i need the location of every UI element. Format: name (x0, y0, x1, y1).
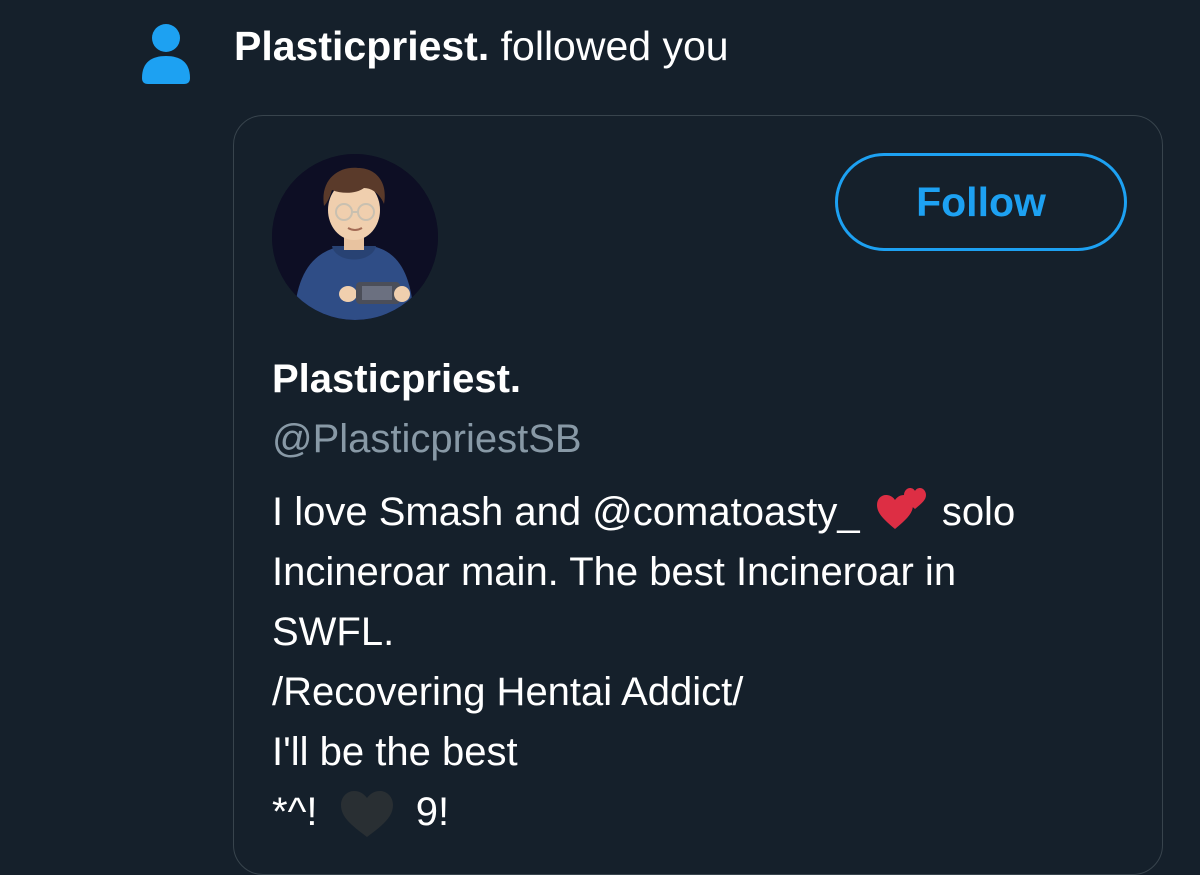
bio-line-1: I love Smash and @comatoasty_ solo (272, 482, 1132, 542)
avatar[interactable] (272, 154, 438, 320)
bio-text: *^! (272, 790, 318, 834)
bio-line-4: /Recovering Hentai Addict/ (272, 670, 744, 714)
bio-line-5: I'll be the best (272, 730, 518, 774)
follower-name-link[interactable]: Plasticpriest. (234, 23, 489, 69)
user-bio: I love Smash and @comatoasty_ solo Incin… (272, 482, 1132, 842)
follow-button[interactable]: Follow (835, 153, 1127, 251)
notification-action: followed you (500, 23, 729, 69)
user-handle[interactable]: @PlasticpriestSB (272, 414, 582, 464)
bio-text: I love Smash and @comatoasty_ (272, 490, 860, 534)
display-name[interactable]: Plasticpriest. (272, 354, 521, 404)
black-heart-icon (340, 791, 393, 837)
notification-text: Plasticpriest. followed you (234, 20, 729, 72)
two-hearts-icon (876, 488, 926, 529)
bio-line-3: SWFL. (272, 610, 395, 654)
notification-row (140, 22, 192, 86)
bio-line-2: Incineroar main. The best Incineroar in (272, 550, 957, 594)
person-icon (142, 24, 190, 84)
avatar-image (272, 154, 438, 320)
bio-line-6: *^! 9! (272, 782, 1132, 842)
bio-text: solo (941, 490, 1016, 534)
user-card[interactable]: Follow Plasticpriest. @PlasticpriestSB I… (233, 115, 1163, 875)
bio-text: 9! (415, 790, 450, 834)
